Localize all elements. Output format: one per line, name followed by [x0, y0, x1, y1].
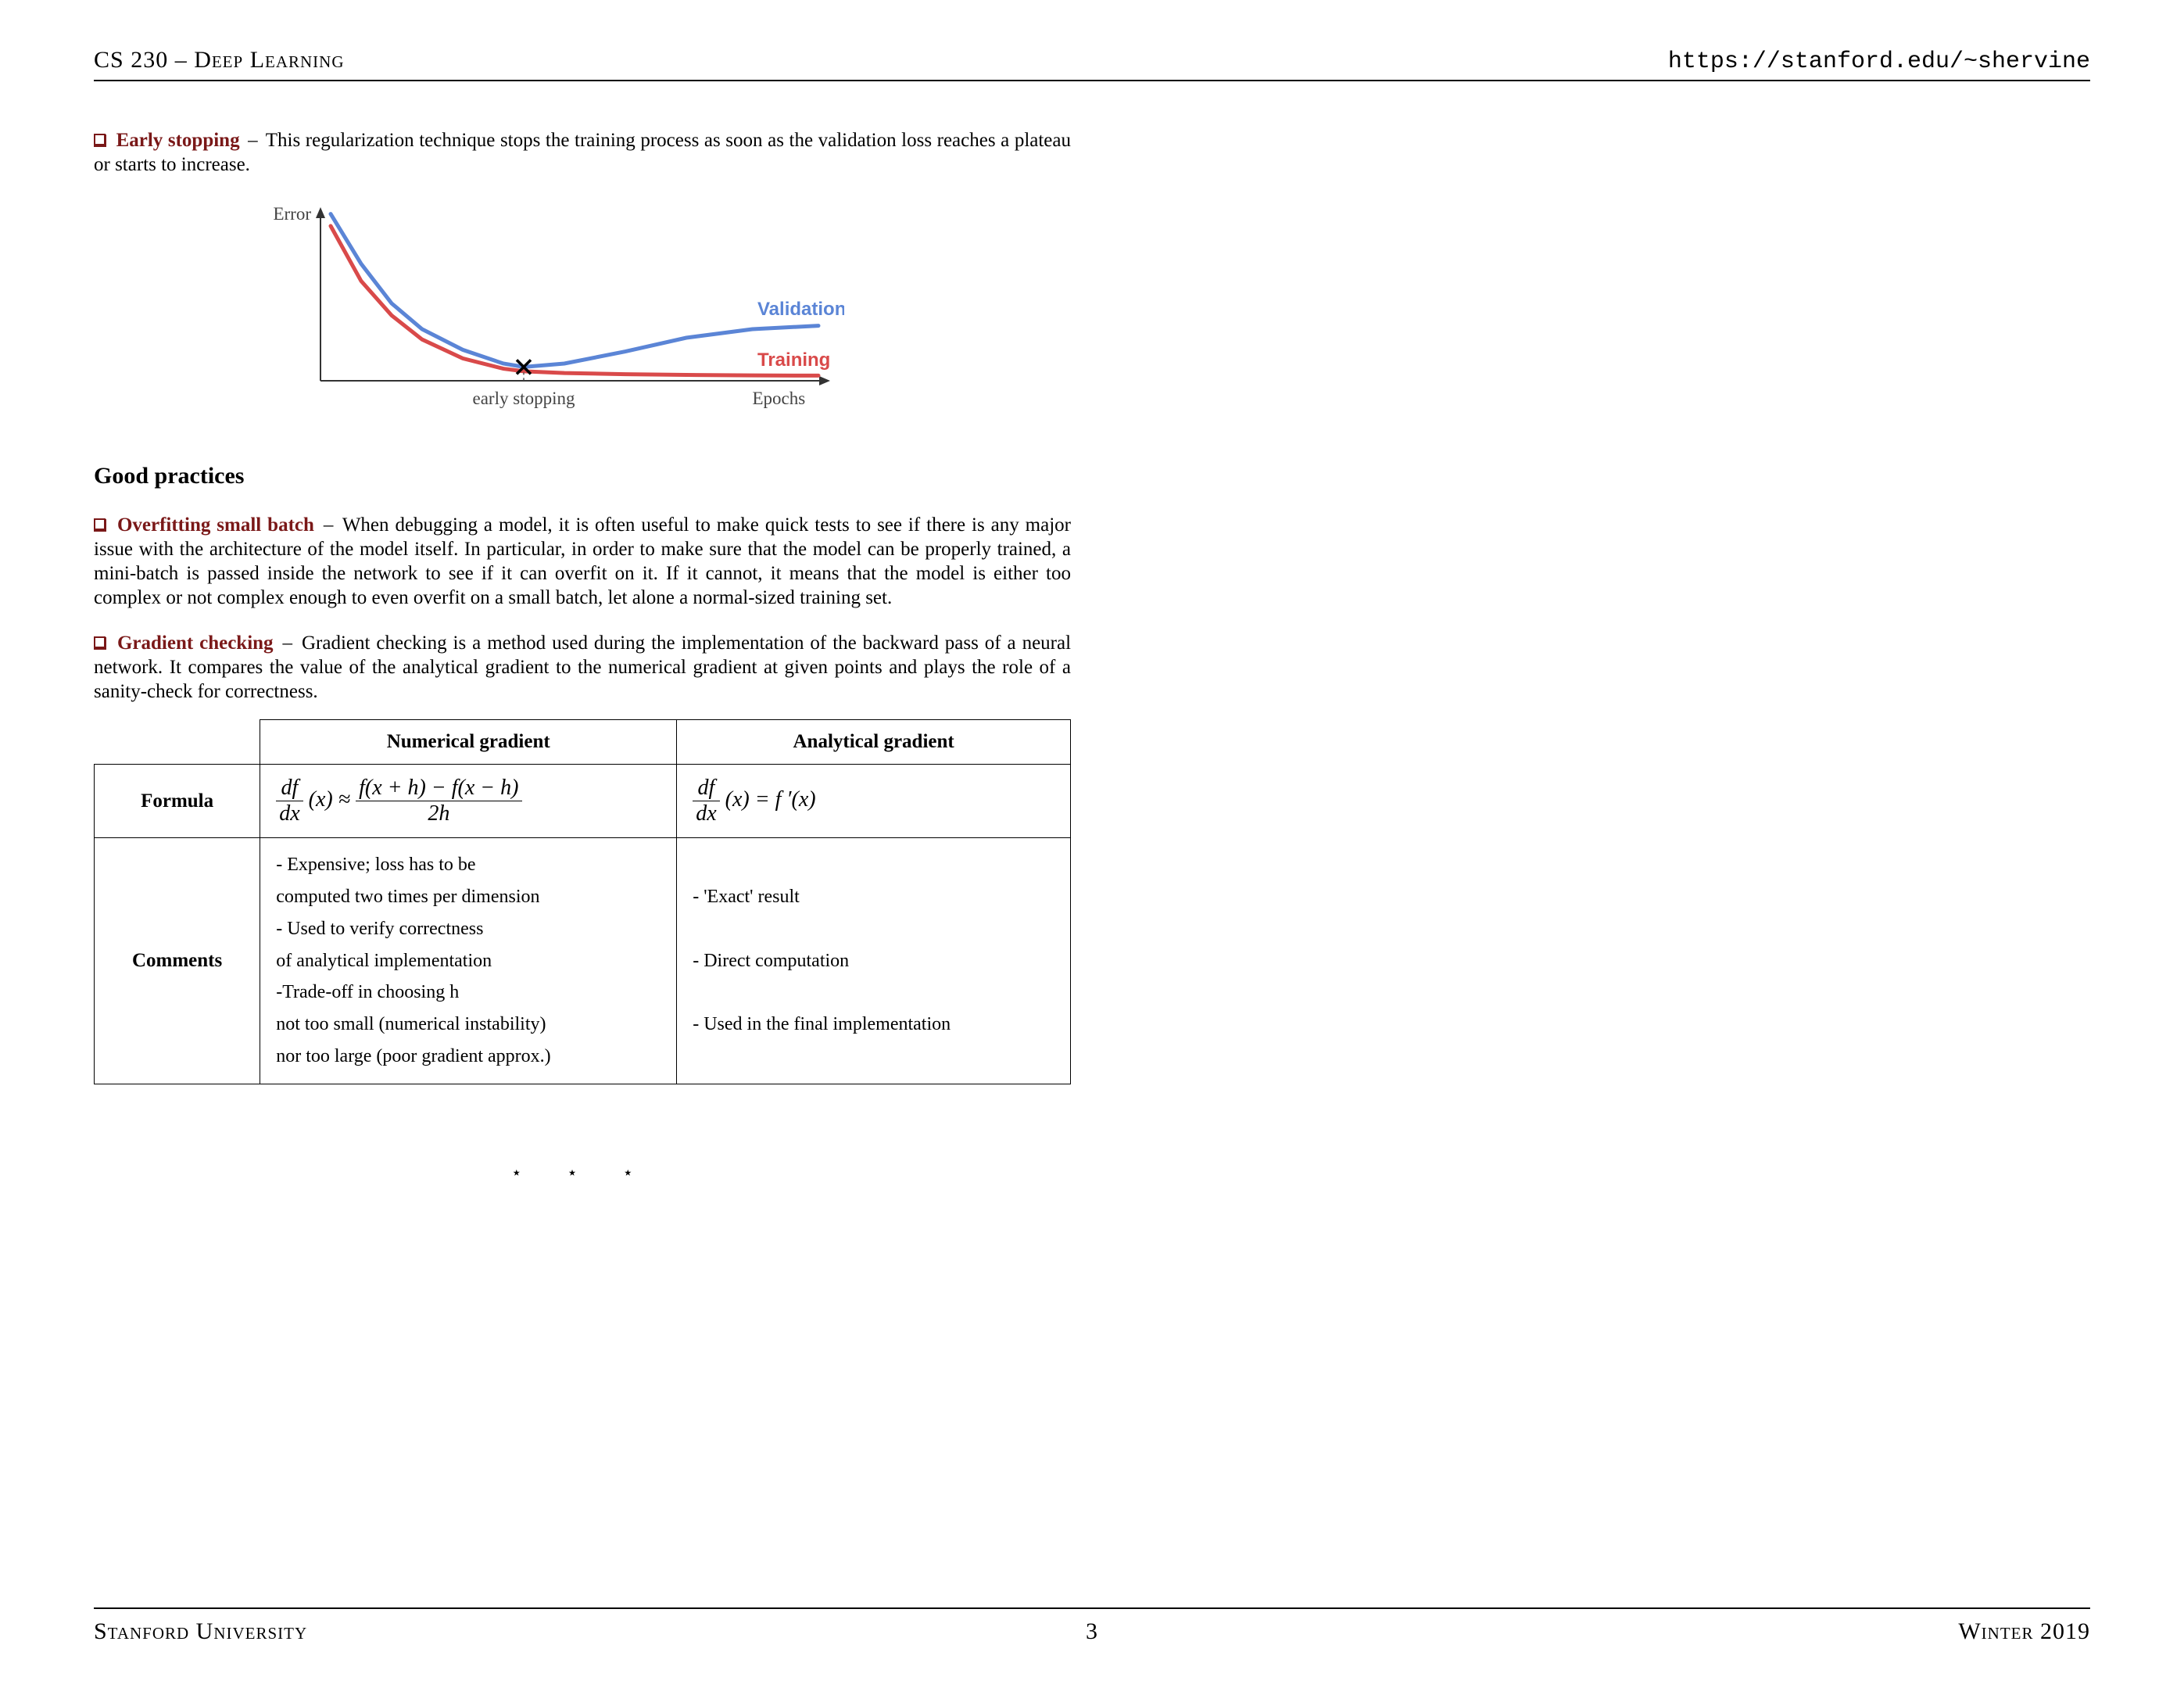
table-comments-row: Comments - Expensive; loss has to be com…	[95, 838, 1071, 1084]
svg-text:Error: Error	[273, 204, 311, 224]
gradient-table: Numerical gradient Analytical gradient F…	[94, 719, 1071, 1084]
footer-term: Winter 2019	[1958, 1618, 2090, 1645]
course-url: https://stanford.edu/~shervine	[1668, 48, 2090, 75]
course-title: CS 230 – Deep Learning	[94, 47, 345, 73]
footer-university: Stanford University	[94, 1618, 307, 1645]
svg-text:Epochs: Epochs	[753, 389, 806, 408]
page-header: CS 230 – Deep Learning https://stanford.…	[94, 47, 2090, 81]
formula-numerical: dfdx (x) ≈ f(x + h) − f(x − h)2h	[260, 765, 677, 838]
svg-text:Validation: Validation	[757, 299, 844, 320]
dash-separator: –	[245, 130, 261, 151]
col-numerical: Numerical gradient	[260, 720, 677, 765]
early-stopping-body: This regularization technique stops the …	[94, 130, 1071, 175]
early-stopping-paragraph: Early stopping – This regularization tec…	[94, 128, 1071, 177]
dash-separator: –	[320, 514, 337, 536]
left-column: Early stopping – This regularization tec…	[94, 128, 1071, 1183]
section-end-stars: ⋆ ⋆ ⋆	[94, 1163, 1071, 1183]
overfitting-paragraph: Overfitting small batch – When debugging…	[94, 513, 1071, 611]
chart-svg: Error Epochs early stopping Validation Train…	[266, 201, 844, 420]
svg-text:early stopping: early stopping	[473, 389, 575, 408]
bookmark-icon	[94, 519, 106, 532]
bookmark-icon	[94, 637, 106, 650]
term-gradient-checking: Gradient checking	[117, 633, 274, 654]
comments-numerical: - Expensive; loss has to be computed two…	[260, 838, 677, 1084]
svg-text:Training: Training	[757, 349, 830, 371]
gradient-checking-paragraph: Gradient checking – Gradient checking is…	[94, 631, 1071, 704]
bookmark-icon	[94, 134, 106, 147]
table-header-row: Numerical gradient Analytical gradient	[95, 720, 1071, 765]
page-number: 3	[1086, 1618, 1098, 1645]
table-formula-row: Formula dfdx (x) ≈ f(x + h) − f(x − h)2h…	[95, 765, 1071, 838]
formula-analytical: dfdx (x) = f ′(x)	[677, 765, 1071, 838]
term-early-stopping: Early stopping	[116, 130, 240, 151]
table-empty-header	[95, 720, 260, 765]
row-label-comments: Comments	[95, 838, 260, 1084]
early-stopping-chart: Error Epochs early stopping Validation Train…	[266, 201, 844, 424]
page-footer: Stanford University 3 Winter 2019	[94, 1607, 2090, 1645]
comments-analytical: - 'Exact' result - Direct computation - …	[677, 838, 1071, 1084]
col-analytical: Analytical gradient	[677, 720, 1071, 765]
term-overfitting: Overfitting small batch	[117, 514, 314, 536]
row-label-formula: Formula	[95, 765, 260, 838]
dash-separator: –	[280, 633, 296, 654]
good-practices-heading: Good practices	[94, 463, 1071, 489]
